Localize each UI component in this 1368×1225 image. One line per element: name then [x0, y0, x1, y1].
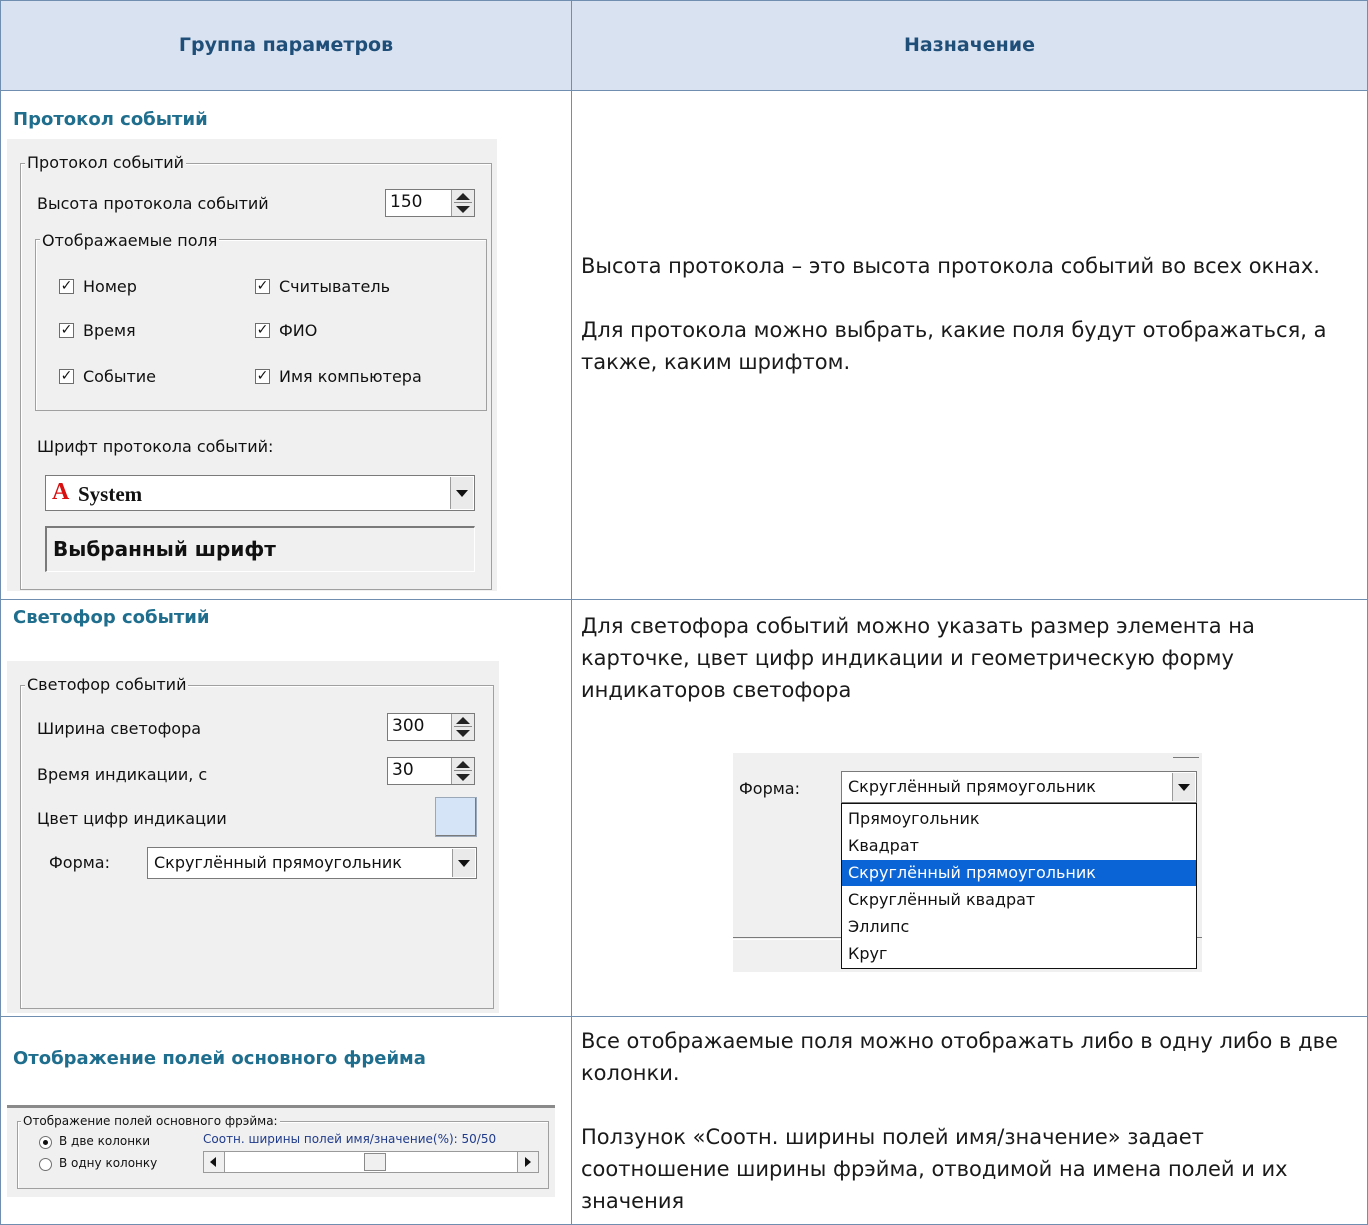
font-preview-box: Выбранный шрифт — [45, 526, 475, 572]
dropdown-list: Прямоугольник Квадрат Скруглённый прямоу… — [841, 803, 1197, 969]
dropdown-option[interactable]: Скруглённый квадрат — [842, 887, 1196, 913]
main-frame-group-title: Отображение полей основного фрэйма: — [21, 1114, 280, 1128]
log-font-value: System — [78, 482, 143, 506]
row-title-main-frame: Отображение полей основного фрейма — [13, 1048, 426, 1069]
table-header: Группа параметров Назначение — [1, 1, 1367, 91]
traffic-light-panel: Светофор событий Ширина светофора 300 Вр… — [7, 661, 499, 1013]
combo-dropdown-button[interactable] — [450, 477, 473, 509]
log-height-value: 150 — [390, 192, 423, 212]
desc-paragraph: Для протокола можно выбрать, какие поля … — [581, 318, 1327, 374]
spinner-arrows-icon[interactable] — [451, 758, 474, 784]
event-log-description: Высота протокола – это высота протокола … — [581, 250, 1341, 378]
event-log-group-title: Протокол событий — [25, 153, 187, 172]
scroll-left-button[interactable] — [204, 1152, 225, 1172]
spinner-arrows-icon[interactable] — [451, 190, 474, 216]
traffic-light-description: Для светофора событий можно указать разм… — [581, 610, 1341, 706]
ratio-label: Соотн. ширины полей имя/значение(%): 50/… — [203, 1132, 497, 1146]
chevron-left-icon — [210, 1157, 216, 1167]
checkbox-reader-label: Считыватель — [279, 277, 391, 296]
dropdown-option[interactable]: Круг — [842, 941, 1196, 967]
checkbox-event-label: Событие — [83, 367, 157, 386]
fields-group-title: Отображаемые поля — [40, 231, 220, 250]
dropdown-option[interactable]: Эллипс — [842, 914, 1196, 940]
chevron-right-icon — [525, 1157, 531, 1167]
shape-value: Скруглённый прямоугольник — [154, 853, 402, 872]
checkbox-fio[interactable]: ✓ — [255, 323, 270, 338]
checkbox-event[interactable]: ✓ — [59, 369, 74, 384]
log-height-spinner[interactable]: 150 — [385, 189, 475, 217]
scroll-right-button[interactable] — [517, 1152, 538, 1172]
radio-two-columns[interactable] — [39, 1136, 52, 1149]
dropdown-shape-value: Скруглённый прямоугольник — [848, 777, 1096, 796]
combo-dropdown-button[interactable] — [452, 849, 475, 877]
traffic-width-label: Ширина светофора — [37, 719, 202, 738]
indication-time-spinner[interactable]: 30 — [387, 757, 475, 785]
parameters-table: Группа параметров Назначение Протокол со… — [0, 0, 1368, 1225]
shape-combo[interactable]: Скруглённый прямоугольник — [147, 847, 477, 879]
header-col-group: Группа параметров — [178, 34, 394, 56]
dropdown-option[interactable]: Прямоугольник — [842, 806, 1196, 832]
desc-paragraph: Ползунок «Соотн. ширины полей имя/значен… — [581, 1125, 1288, 1213]
event-log-panel: Протокол событий Высота протокола событи… — [7, 139, 497, 591]
row-divider — [1, 1016, 1367, 1017]
traffic-width-value: 300 — [392, 716, 425, 736]
row-title-event-log: Протокол событий — [13, 109, 208, 130]
checkbox-number[interactable]: ✓ — [59, 279, 74, 294]
desc-paragraph: Высота протокола – это высота протокола … — [581, 254, 1320, 278]
chevron-down-icon — [458, 860, 470, 867]
log-font-combo[interactable]: A System — [45, 475, 475, 511]
checkbox-computer[interactable]: ✓ — [255, 369, 270, 384]
dropdown-option[interactable]: Квадрат — [842, 833, 1196, 859]
checkbox-time[interactable]: ✓ — [59, 323, 74, 338]
checkbox-number-label: Номер — [83, 277, 137, 296]
spinner-arrows-icon[interactable] — [451, 714, 474, 740]
main-frame-description: Все отображаемые поля можно отображать л… — [581, 1025, 1341, 1217]
chevron-down-icon — [456, 490, 468, 497]
checkbox-reader[interactable]: ✓ — [255, 279, 270, 294]
row-title-traffic-light: Светофор событий — [13, 607, 210, 628]
radio-one-column-label: В одну колонку — [59, 1156, 158, 1170]
digit-color-label: Цвет цифр индикации — [37, 809, 227, 828]
dropdown-shape-combo[interactable]: Скруглённый прямоугольник — [841, 771, 1197, 803]
shape-dropdown-example: Форма: Скруглённый прямоугольник Прямоуг… — [733, 753, 1202, 972]
ratio-slider[interactable] — [203, 1151, 539, 1173]
shape-label: Форма: — [49, 853, 110, 872]
traffic-width-spinner[interactable]: 300 — [387, 713, 475, 741]
dropdown-option-selected[interactable]: Скруглённый прямоугольник — [842, 860, 1196, 886]
radio-one-column[interactable] — [39, 1158, 52, 1171]
desc-paragraph: Для светофора событий можно указать разм… — [581, 614, 1255, 702]
column-divider — [571, 1, 572, 1224]
checkbox-computer-label: Имя компьютера — [279, 367, 422, 386]
desc-paragraph: Все отображаемые поля можно отображать л… — [581, 1029, 1338, 1085]
chevron-down-icon — [1178, 784, 1190, 791]
checkbox-time-label: Время — [83, 321, 136, 340]
indication-time-label: Время индикации, с — [37, 765, 208, 784]
slider-thumb[interactable] — [364, 1153, 386, 1171]
font-a-icon: A — [52, 479, 70, 505]
traffic-light-group-title: Светофор событий — [25, 675, 189, 694]
log-font-label: Шрифт протокола событий: — [37, 437, 274, 456]
log-height-label: Высота протокола событий — [37, 194, 269, 213]
row-divider — [1, 599, 1367, 600]
digit-color-button[interactable] — [435, 797, 477, 837]
main-frame-panel: Отображение полей основного фрэйма: В дв… — [7, 1105, 555, 1197]
indication-time-value: 30 — [392, 760, 414, 780]
font-preview-text: Выбранный шрифт — [53, 537, 276, 561]
dropdown-shape-label: Форма: — [739, 779, 800, 798]
checkbox-fio-label: ФИО — [279, 321, 318, 340]
combo-dropdown-button[interactable] — [1172, 773, 1195, 801]
radio-two-columns-label: В две колонки — [59, 1134, 151, 1148]
header-col-purpose: Назначение — [904, 34, 1035, 56]
